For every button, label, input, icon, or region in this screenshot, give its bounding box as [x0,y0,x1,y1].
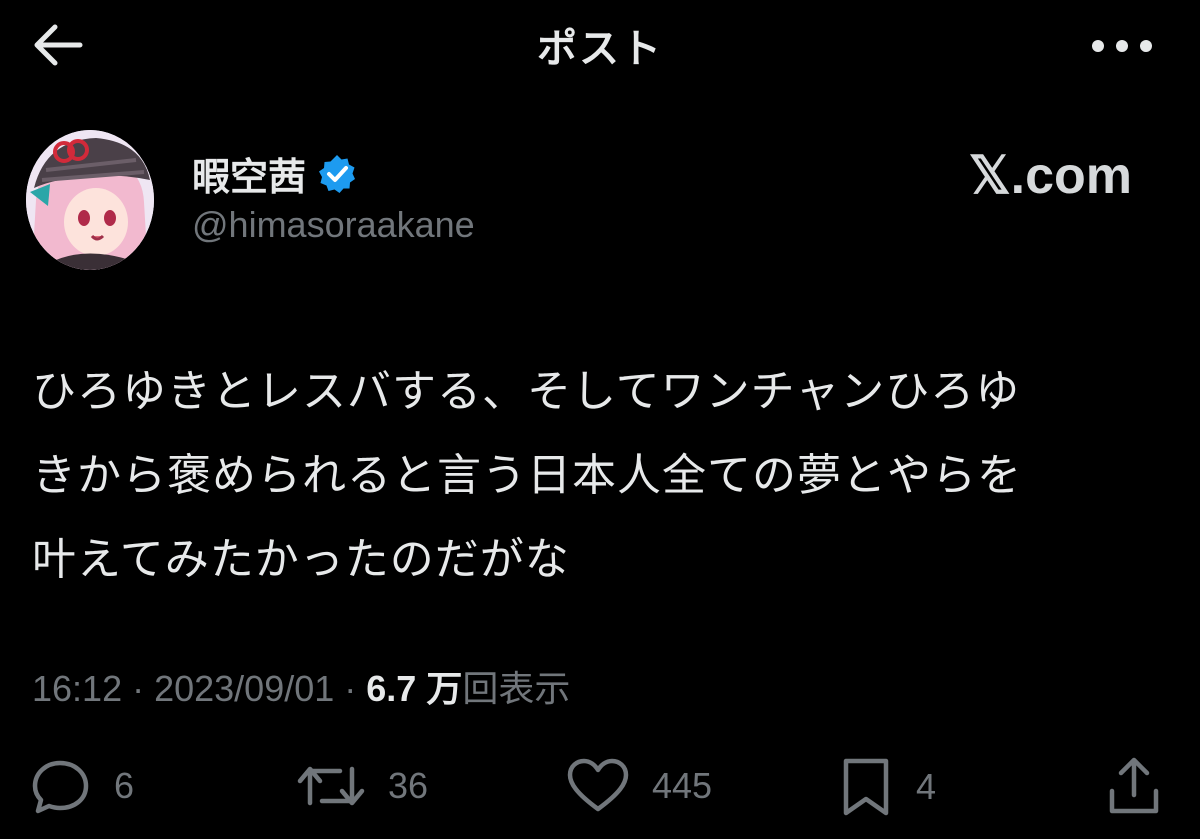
post-time[interactable]: 16:12 [32,668,122,709]
reply-count: 6 [114,765,135,806]
repost-button[interactable]: 36 [296,755,428,817]
reply-icon [30,755,92,817]
verified-badge-icon [316,153,358,195]
post-meta: 16:12 · 2023/09/01 · 6.7 万回表示 [32,660,570,712]
views-label: 回表示 [462,668,571,709]
post-text-line: ひろゆきとレスバする、そしてワンチャンひろゆ [32,366,1021,417]
reply-button[interactable]: 6 [30,755,134,817]
post-text: ひろゆきとレスバする、そしてワンチャンひろゆ きから褒められると言う日本人全ての… [32,350,1142,602]
meta-separator: · [334,668,367,709]
action-bar: 6 36 445 4 [0,755,1200,825]
repost-icon [296,755,366,817]
post-text-line: きから褒められると言う日本人全ての夢とやらを [32,450,1022,501]
share-icon [1106,755,1162,819]
page-title: ポスト [537,26,663,72]
bookmark-count: 4 [916,766,937,807]
source-watermark: 𝕏.com [968,147,1132,205]
meta-separator: · [122,668,155,709]
avatar[interactable] [26,130,154,270]
author-display-name-row[interactable]: 暇空茜 [192,146,358,201]
like-button[interactable]: 445 [566,755,712,817]
post-date[interactable]: 2023/09/01 [154,668,334,709]
like-count: 445 [652,765,713,806]
author-handle[interactable]: @himasoraakane [192,204,475,246]
more-options-button[interactable] [1084,26,1160,66]
more-horizontal-icon [1084,26,1160,66]
author-display-name[interactable]: 暇空茜 [192,146,306,201]
views-count[interactable]: 6.7 万 [366,668,462,709]
bookmark-icon [838,755,894,819]
repost-count: 36 [388,765,429,806]
post-text-line: 叶えてみたかったのだがな [32,534,570,585]
bookmark-button[interactable]: 4 [838,755,936,819]
share-button[interactable] [1106,755,1162,819]
top-bar: ポスト [0,0,1200,90]
heart-icon [566,755,630,817]
